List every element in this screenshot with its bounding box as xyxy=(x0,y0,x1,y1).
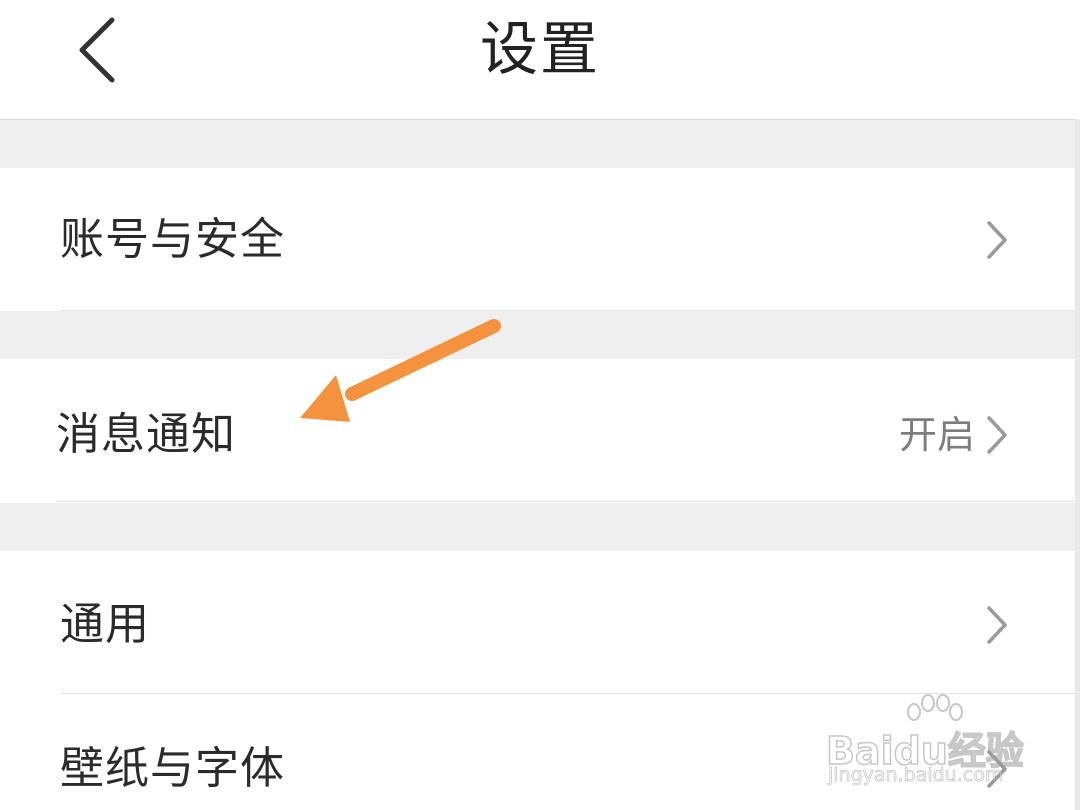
nav-header: 设置 xyxy=(0,0,1080,120)
section-separator xyxy=(0,120,1080,168)
settings-screen: 设置 账号与安全 消息通知 开启 通用 壁纸与字体 Baidu经验 jingya… xyxy=(0,0,1080,810)
settings-item-general[interactable]: 通用 xyxy=(0,551,1080,694)
settings-item-label: 通用 xyxy=(60,599,150,650)
row-divider xyxy=(56,501,1080,502)
settings-item-notifications[interactable]: 消息通知 开启 xyxy=(0,359,1080,502)
settings-item-label: 壁纸与字体 xyxy=(60,743,285,794)
chevron-right-icon xyxy=(987,606,1007,644)
row-divider xyxy=(60,693,1080,694)
settings-item-wallpaper-font[interactable]: 壁纸与字体 xyxy=(0,695,1080,810)
notification-status-value: 开启 xyxy=(898,413,975,457)
settings-item-account-security[interactable]: 账号与安全 xyxy=(0,168,1080,311)
settings-item-label: 消息通知 xyxy=(56,409,236,460)
scroll-edge xyxy=(1075,119,1080,810)
chevron-right-icon xyxy=(987,750,1007,788)
section-separator xyxy=(0,503,1080,551)
section-separator xyxy=(0,311,1080,359)
chevron-right-icon xyxy=(987,416,1007,454)
chevron-right-icon xyxy=(987,221,1007,259)
settings-item-label: 账号与安全 xyxy=(60,214,285,265)
page-title: 设置 xyxy=(479,15,600,83)
